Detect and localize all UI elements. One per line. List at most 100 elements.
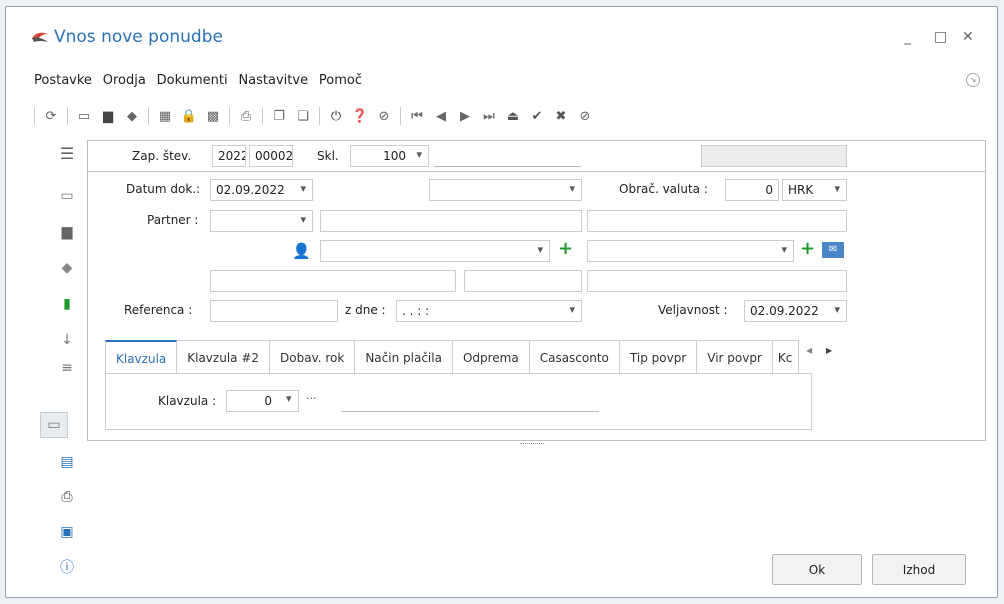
- calculator-icon[interactable]: ▦: [155, 106, 175, 126]
- maximize-icon[interactable]: □: [934, 29, 947, 45]
- veljavnost-label: Veljavnost :: [658, 303, 728, 317]
- expand-icon[interactable]: ⊘: [374, 106, 394, 126]
- dialog-window: Vnos nove ponudbe _ □ ✕ Postavke Orodja …: [5, 6, 998, 598]
- datum-label: Datum dok.:: [126, 182, 201, 196]
- zdne-field[interactable]: . . : :: [396, 300, 582, 322]
- list-icon[interactable]: ≡: [54, 357, 80, 379]
- confirm-icon[interactable]: ✔: [527, 106, 547, 126]
- tab-dobav-rok[interactable]: Dobav. rok: [270, 340, 356, 374]
- tab-nacin-placila[interactable]: Način plačila: [355, 340, 453, 374]
- valuta-code-select[interactable]: HRK: [782, 179, 847, 201]
- add-contact-icon[interactable]: +: [558, 238, 573, 259]
- print-icon[interactable]: ⎙: [236, 106, 256, 126]
- tab-scroll-left-icon[interactable]: ◀: [806, 346, 812, 355]
- partner-extra-field[interactable]: [587, 210, 847, 232]
- info-icon[interactable]: ⓘ: [54, 556, 80, 578]
- more-icon[interactable]: ⊘: [575, 106, 595, 126]
- prev-record-icon[interactable]: ◀: [431, 106, 451, 126]
- toolbar: ⟳ ▭ ▆ ◆ ▦ 🔒 ▩ ⎙ ❐ ❏ ⏻ ❓ ⊘ ⏮ ◀ ▶ ⏭ ⏏ ✔ ✖ …: [32, 105, 599, 127]
- window-title: Vnos nove ponudbe: [54, 27, 223, 47]
- contact2-select[interactable]: [587, 240, 794, 262]
- tab-strip: Klavzula Klavzula #2 Dobav. rok Način pl…: [105, 340, 799, 374]
- close-icon[interactable]: ✕: [962, 29, 974, 45]
- klavzula-label: Klavzula :: [158, 394, 217, 408]
- obrac-valuta-label: Obrač. valuta :: [619, 182, 708, 196]
- skl-label: Skl.: [317, 149, 339, 163]
- minimize-icon[interactable]: _: [904, 29, 911, 45]
- splitter-handle[interactable]: [520, 443, 544, 445]
- menu-bar: Postavke Orodja Dokumenti Nastavitve Pom…: [34, 73, 369, 93]
- tab-scroll-right-icon[interactable]: ▶: [826, 346, 832, 355]
- contact-select[interactable]: [320, 240, 550, 262]
- header-divider: [88, 171, 985, 172]
- hamburger-icon[interactable]: ☰: [54, 142, 80, 164]
- search-table-icon[interactable]: ▤: [54, 451, 80, 473]
- menu-postavke[interactable]: Postavke: [34, 73, 92, 88]
- columns-icon[interactable]: ▣: [54, 521, 80, 543]
- mail-add-icon[interactable]: ✉: [822, 242, 844, 258]
- add-doc-icon[interactable]: ▭: [40, 412, 68, 438]
- klavzula-description-line: [341, 411, 599, 412]
- zdne-label: z dne :: [345, 303, 386, 317]
- tab-klavzula[interactable]: Klavzula: [105, 340, 178, 374]
- tab-tip-povpr[interactable]: Tip povpr: [619, 340, 698, 374]
- datum-field[interactable]: 02.09.2022: [210, 179, 313, 201]
- eraser-icon[interactable]: ◆: [54, 257, 80, 279]
- status-field: [701, 145, 847, 167]
- partner-name-field[interactable]: [320, 210, 582, 232]
- lock-icon[interactable]: 🔒: [179, 106, 199, 126]
- menu-nastavitve[interactable]: Nastavitve: [238, 73, 308, 88]
- refresh-icon[interactable]: ⟳: [41, 106, 61, 126]
- arrow-down-icon[interactable]: ↓: [54, 329, 80, 351]
- ok-button[interactable]: Ok: [772, 554, 862, 585]
- add-contact2-icon[interactable]: +: [800, 238, 815, 259]
- first-record-icon[interactable]: ⏮: [407, 106, 427, 126]
- paste-icon[interactable]: ❏: [293, 106, 313, 126]
- folder-icon[interactable]: ▆: [54, 221, 80, 243]
- menu-orodja[interactable]: Orodja: [103, 73, 146, 88]
- klavzula-dropdown-icon[interactable]: ▾: [286, 392, 292, 405]
- tab-vir-povpr[interactable]: Vir povpr: [697, 340, 773, 374]
- print-icon[interactable]: ⎙: [54, 486, 80, 508]
- help-icon[interactable]: ❓: [350, 106, 370, 126]
- year-field[interactable]: 2022: [212, 145, 246, 167]
- post-field[interactable]: [464, 270, 582, 292]
- copy-icon[interactable]: ❐: [269, 106, 289, 126]
- number-field[interactable]: 00002: [249, 145, 293, 167]
- new-doc-icon[interactable]: ▭: [54, 185, 80, 207]
- tab-odprema[interactable]: Odprema: [452, 340, 530, 374]
- address-field[interactable]: [210, 270, 456, 292]
- exit-button[interactable]: Izhod: [872, 554, 966, 585]
- person-icon[interactable]: 👤: [292, 242, 311, 260]
- zap-label: Zap. štev.: [132, 149, 192, 163]
- app-logo-icon: [32, 32, 48, 42]
- partner-select[interactable]: [210, 210, 313, 232]
- next-record-icon[interactable]: ▶: [455, 106, 475, 126]
- power-icon[interactable]: ⏻: [326, 106, 346, 126]
- grid-icon[interactable]: ▩: [203, 106, 223, 126]
- tab-klavzula-2[interactable]: Klavzula #2: [177, 340, 271, 374]
- folder-icon[interactable]: ▆: [98, 106, 118, 126]
- cancel-icon[interactable]: ✖: [551, 106, 571, 126]
- new-doc-icon[interactable]: ▭: [74, 106, 94, 126]
- menu-dokumenti[interactable]: Dokumenti: [157, 73, 228, 88]
- tab-casasconto[interactable]: Casasconto: [529, 340, 620, 374]
- referenca-label: Referenca :: [124, 303, 193, 317]
- veljavnost-field[interactable]: 02.09.2022: [744, 300, 847, 322]
- skl-description-line: [434, 166, 581, 167]
- last-record-icon[interactable]: ⏭: [479, 106, 499, 126]
- klavzula-more-button[interactable]: ···: [306, 392, 317, 405]
- eraser-icon[interactable]: ◆: [122, 106, 142, 126]
- city-field[interactable]: [587, 270, 847, 292]
- menu-pomoc[interactable]: Pomoč: [319, 73, 362, 88]
- partner-label: Partner :: [147, 213, 199, 227]
- skl-select[interactable]: 100: [350, 145, 429, 167]
- valuta-amount-field[interactable]: 0: [725, 179, 779, 201]
- extra-select[interactable]: [429, 179, 582, 201]
- tab-kc[interactable]: Kc: [772, 340, 799, 374]
- eject-icon[interactable]: ⏏: [503, 106, 523, 126]
- green-doc-icon[interactable]: ▮: [54, 293, 80, 315]
- collapse-ribbon-icon[interactable]: ↘: [966, 73, 980, 87]
- referenca-field[interactable]: [210, 300, 338, 322]
- tab-panel: Klavzula : 0 ▾ ···: [105, 373, 812, 430]
